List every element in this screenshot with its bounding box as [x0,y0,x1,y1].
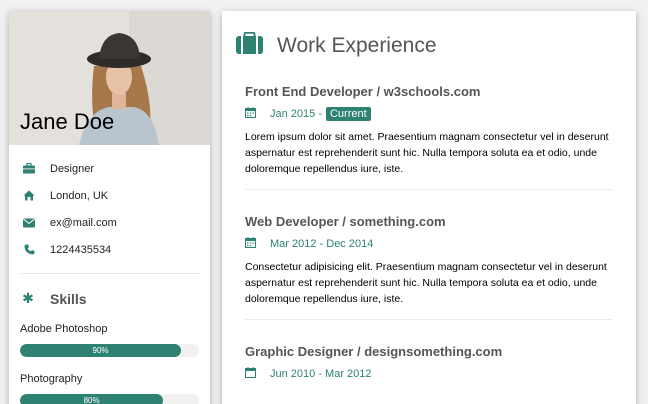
job-date-text: Mar 2012 - Dec 2014 [270,238,374,250]
job-date-text: Jan 2015 - [270,108,322,120]
job-entry: Graphic Designer / designsomething.com J… [222,344,636,381]
job-date: Jan 2015 - Current [245,107,613,121]
job-entry: Web Developer / something.com Mar 2012 -… [222,214,636,320]
job-title: Graphic Designer / designsomething.com [245,344,503,359]
skill-progress-bar: 90% [20,344,199,357]
phone-icon [22,243,36,257]
job-description: Consectetur adipisicing elit. Praesentiu… [245,261,607,305]
skill-progress-bar: 80% [20,394,199,404]
job-description: Lorem ipsum dolor sit amet. Praesentium … [245,131,609,175]
current-badge: Current [325,107,371,121]
job-title: Web Developer / something.com [245,214,446,229]
asterisk-icon: ✱ [22,290,34,306]
calendar-icon [245,107,256,121]
contact-info: Designer London, UK ex@mail.com 12244355… [9,145,210,263]
envelope-icon [22,216,36,230]
skills-title: Skills [50,290,87,307]
calendar-icon [245,237,256,251]
job-date: Mar 2012 - Dec 2014 [245,237,613,251]
skill-progress-fill: 90% [20,344,182,357]
profile-card: Jane Doe Designer London, UK ex@mail.com… [9,11,210,404]
skill-label: Photography [20,373,83,385]
home-icon [22,189,36,203]
section-title-text: Work Experience [277,34,437,57]
divider [245,319,613,320]
skill-progress-fill: 80% [20,394,164,404]
section-title: Work Experience [222,11,636,60]
info-job: Designer [9,155,210,182]
info-email: ex@mail.com [9,209,210,236]
info-phone-text: 1224435534 [50,243,112,256]
info-location-text: London, UK [50,189,109,202]
skills-heading: ✱ Skills [9,274,210,307]
info-job-text: Designer [50,162,95,175]
briefcase-icon [22,162,36,176]
suitcase-icon [236,31,263,60]
profile-name: Jane Doe [20,109,115,134]
calendar-icon [245,367,256,381]
info-email-text: ex@mail.com [50,216,117,229]
info-phone: 1224435534 [9,236,210,263]
job-date: Jun 2010 - Mar 2012 [245,367,613,381]
profile-photo: Jane Doe [9,11,210,145]
skill-label: Adobe Photoshop [20,323,108,335]
job-date-text: Jun 2010 - Mar 2012 [270,368,372,380]
job-title: Front End Developer / w3schools.com [245,84,481,99]
job-entry: Front End Developer / w3schools.com Jan … [222,84,636,190]
experience-card: Work Experience Front End Developer / w3… [222,11,636,404]
info-location: London, UK [9,182,210,209]
divider [245,189,613,190]
